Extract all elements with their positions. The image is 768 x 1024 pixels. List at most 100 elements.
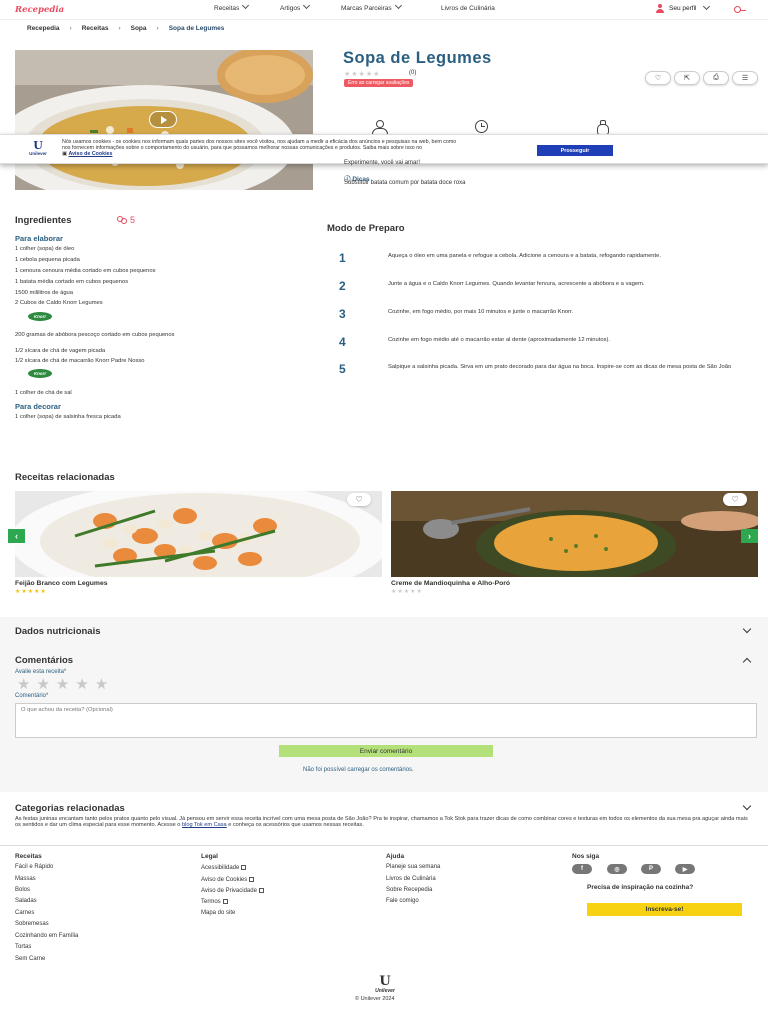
nav-item-artigos[interactable]: Artigos (280, 1, 311, 12)
knorr-logo[interactable]: Knorr (28, 369, 52, 378)
external-link-icon (241, 865, 247, 870)
footer-link[interactable]: Cozinhando em Família (15, 933, 78, 939)
print-button[interactable]: ⎙ (703, 71, 729, 85)
shopping-list-button[interactable]: ☰ (732, 71, 758, 85)
categories-paragraph: As festas juninas encantam tanto pelos p… (15, 816, 748, 828)
footer-link[interactable]: Sem Carne (15, 956, 45, 962)
site-logo[interactable]: Recepedia (15, 5, 64, 15)
breadcrumb-link[interactable]: Recepedia (27, 25, 60, 32)
servings-selector[interactable]: 5 (116, 215, 135, 225)
recipe-page: Recepedia Receitas Artigos Marcas Parcei… (0, 0, 768, 1024)
section-elaborar: Para elaborar (15, 234, 63, 243)
ingredient-item: 1/2 xícara de chá de vagem picada (15, 348, 106, 354)
unilever-logo-text: Unilever (29, 151, 47, 156)
send-comment-button[interactable]: Enviar comentário (279, 745, 493, 757)
carousel-prev-button[interactable]: ‹ (8, 529, 25, 543)
rating-star-input[interactable]: ★★★★★ (17, 675, 114, 693)
comment-textarea[interactable]: O que achou da receita? (Opcional) (15, 703, 757, 738)
footer-heading: Receitas (15, 853, 42, 860)
top-navigation: Recepedia Receitas Artigos Marcas Parcei… (0, 0, 768, 20)
copyright: © Unilever 2024 (355, 996, 395, 1002)
recipe-rating-stars: ★★★★★ (344, 71, 381, 78)
ingredient-item: 1 cenoura cenoura média cortado em cubos… (15, 268, 156, 274)
play-video-button[interactable] (149, 111, 177, 128)
knorr-logo[interactable]: Knorr (28, 312, 52, 321)
ingredient-item: 1 colher de chá de sal (15, 390, 72, 396)
footer-link[interactable]: Saladas (15, 898, 37, 904)
related-card-image[interactable] (15, 491, 382, 577)
footer-link[interactable]: Aviso de Privacidade (201, 887, 264, 894)
preparation-title: Modo de Preparo (327, 223, 405, 234)
recipe-tagline: Experimente, você vai amar! (344, 160, 421, 166)
ingredient-item: 1 colher (sopa) de óleo (15, 246, 75, 252)
servings-icon (370, 120, 390, 134)
breadcrumb-link[interactable]: Receitas (82, 25, 109, 32)
footer-link[interactable]: Fale comigo (386, 898, 419, 904)
unilever-logo-mark: U (379, 974, 391, 989)
ingredient-item: 2 Cubos de Caldo Knorr Legumes (15, 300, 103, 306)
footer-link[interactable]: Sobre Recepedia (386, 887, 432, 893)
favorite-button[interactable]: ♡ (645, 71, 671, 85)
nutrition-accordion[interactable]: Dados nutricionais (15, 626, 101, 637)
cookie-accept-button[interactable]: Prosseguir (537, 145, 613, 156)
facebook-icon[interactable]: f (572, 864, 592, 874)
rating-count: (0) (409, 70, 417, 76)
breadcrumb-link[interactable]: Sopa (131, 25, 147, 32)
comment-label-text: Comentário (15, 693, 47, 699)
subscribe-button[interactable]: Inscreva-se! (587, 903, 742, 916)
footer-link[interactable]: Sobremesas (15, 921, 49, 927)
footer-link[interactable]: Aviso de Cookies (201, 876, 255, 883)
external-link-icon (222, 899, 228, 904)
instagram-icon[interactable]: ◎ (607, 864, 627, 874)
chevron-down-icon[interactable] (742, 801, 752, 811)
ingredient-item: 1/2 xícara de chá de macarrão Knorr Padr… (15, 358, 145, 364)
nav-item-livros[interactable]: Livros de Culinária (441, 5, 495, 12)
unilever-footer-logo[interactable]: U Unilever (370, 974, 400, 994)
cream-soup-photo (391, 491, 758, 577)
rating-error-badge: Erro ao carregar avaliações (344, 79, 414, 87)
related-categories-title[interactable]: Categorias relacionadas (15, 803, 125, 814)
carousel-next-button[interactable]: › (741, 529, 758, 543)
footer-link[interactable]: Massas (15, 876, 36, 882)
search-icon[interactable] (734, 5, 746, 13)
cookie-text: Nós usamos cookies - os cookies nos info… (62, 139, 462, 157)
related-card-rating: ★★★★★ (15, 589, 47, 595)
tips-text: Substituir batata comum por batata doce … (344, 180, 466, 186)
nav-item-marcas[interactable]: Marcas Parceiras (341, 1, 402, 12)
footer-link[interactable]: Mapa do site (201, 910, 235, 916)
nav-item-receitas[interactable]: Receitas (214, 1, 250, 12)
unilever-logo: U Unilever (27, 140, 49, 156)
youtube-icon[interactable]: ▶ (675, 864, 695, 874)
external-link-icon (249, 877, 255, 882)
related-recipes-title: Receitas relacionadas (15, 472, 115, 483)
step-text: Cozinhe em fogo médio até o macarrão est… (388, 337, 611, 343)
favorite-button[interactable]: ♡ (347, 493, 371, 506)
recipe-title: Sopa de Legumes (343, 49, 492, 67)
footer-link[interactable]: Fácil e Rápido (15, 864, 53, 870)
footer-link[interactable]: Livros de Culinária (386, 876, 436, 882)
related-card-title[interactable]: Feijão Branco com Legumes (15, 580, 108, 587)
pinterest-icon[interactable]: P (641, 864, 661, 874)
breadcrumb-separator: › (118, 25, 121, 32)
comments-accordion[interactable]: Comentários (15, 655, 73, 666)
footer-link[interactable]: Acessibilidade (201, 864, 247, 871)
related-card-title[interactable]: Creme de Mandioquinha e Alho-Poró (391, 580, 510, 587)
footer-link[interactable]: Bolos (15, 887, 30, 893)
profile-label: Seu perfil (669, 5, 697, 12)
footer-link[interactable]: Planeje sua semana (386, 864, 440, 870)
cookie-notice-link[interactable]: Aviso de Cookies (68, 151, 112, 157)
favorite-button[interactable]: ♡ (723, 493, 747, 506)
footer-link[interactable]: Tortas (15, 944, 31, 950)
blog-link[interactable]: blog Tok em Casa (182, 822, 227, 828)
newsletter-question: Precisa de inspiração na cozinha? (587, 884, 694, 891)
profile-menu[interactable]: Seu perfil (655, 2, 711, 13)
section-decorar: Para decorar (15, 402, 61, 411)
list-icon: ☰ (741, 75, 749, 82)
ingredient-item: 1 batata média cortado em cubos pequenos (15, 279, 129, 285)
share-button[interactable]: ⇱ (674, 71, 700, 85)
share-icon: ⇱ (684, 75, 690, 82)
nav-label: Artigos (280, 5, 301, 12)
footer-link[interactable]: Termos (201, 898, 228, 905)
footer-link[interactable]: Carnes (15, 910, 34, 916)
related-card-image[interactable] (391, 491, 758, 577)
